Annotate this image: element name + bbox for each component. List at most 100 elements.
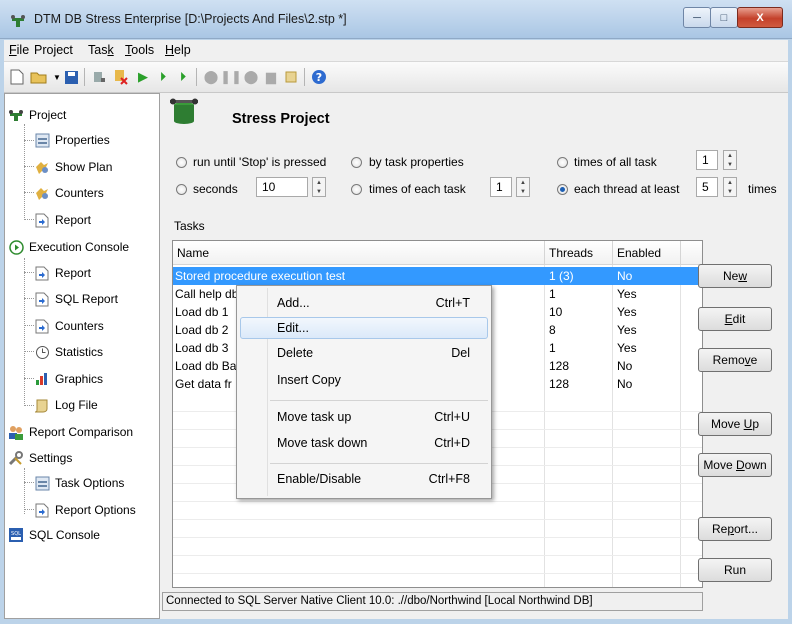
- menu-item-label: Delete: [277, 346, 314, 360]
- title-bar: DTM DB Stress Enterprise [D:\Projects An…: [0, 0, 792, 39]
- tree-item-execution-console[interactable]: Execution Console: [8, 238, 129, 256]
- tree-item-statistics[interactable]: Statistics: [34, 343, 103, 361]
- tree-item-exec-counters[interactable]: Counters: [34, 317, 104, 335]
- radio-each-thread-at-least[interactable]: [557, 184, 568, 198]
- step-icon[interactable]: ⏵: [154, 68, 172, 86]
- cell-enabled: Yes: [617, 287, 637, 301]
- tree-item-project[interactable]: Project: [8, 106, 66, 124]
- radio-times-of-each-task[interactable]: [351, 184, 362, 198]
- radio-circle[interactable]: [351, 184, 362, 195]
- new-button[interactable]: New: [698, 264, 772, 288]
- spin-down-icon[interactable]: ▼: [520, 189, 526, 195]
- menu-help[interactable]: Help: [165, 43, 191, 57]
- radio-circle[interactable]: [176, 184, 187, 195]
- table-row[interactable]: Stored procedure execution test 1 (3) No: [173, 267, 702, 285]
- menu-tools[interactable]: Tools: [125, 43, 154, 57]
- menu-item-edit[interactable]: Edit...: [240, 317, 488, 339]
- new-file-icon[interactable]: [8, 68, 26, 86]
- delete-task-icon[interactable]: [112, 68, 130, 86]
- spin-down-icon[interactable]: ▼: [316, 189, 322, 195]
- run-icon[interactable]: ▶: [134, 68, 152, 86]
- radio-circle-selected[interactable]: [557, 184, 568, 195]
- menu-item-enable-disable[interactable]: Enable/Disable Ctrl+F8: [240, 468, 488, 490]
- remove-button[interactable]: Remove: [698, 348, 772, 372]
- counters-icon: [34, 185, 50, 201]
- spin-up-icon[interactable]: ▲: [727, 153, 733, 159]
- report-button[interactable]: Report...: [698, 517, 772, 541]
- radio-seconds[interactable]: [176, 184, 187, 198]
- tree-item-label: Project: [29, 108, 67, 122]
- menu-file[interactable]: File: [9, 43, 29, 57]
- tree-item-label: SQL Report: [55, 292, 118, 306]
- column-header-enabled[interactable]: Enabled: [613, 241, 681, 265]
- maximize-button[interactable]: □: [710, 7, 738, 28]
- tree-item-task-options[interactable]: Task Options: [34, 474, 124, 492]
- menu-item-shortcut: Ctrl+U: [434, 410, 470, 424]
- app-icon: [10, 12, 26, 28]
- menu-item-add[interactable]: Add... Ctrl+T: [240, 292, 488, 314]
- menu-item-move-down[interactable]: Move task down Ctrl+D: [240, 432, 488, 454]
- menu-task[interactable]: Task: [88, 43, 114, 57]
- each-thread-stepper[interactable]: ▲ ▼: [723, 177, 737, 197]
- times-of-each-task-input[interactable]: 1: [490, 177, 512, 197]
- radio-circle[interactable]: [557, 157, 568, 168]
- add-task-icon[interactable]: [90, 68, 108, 86]
- radio-by-task-properties[interactable]: [351, 157, 362, 171]
- spin-down-icon[interactable]: ▼: [727, 189, 733, 195]
- tree-item-exec-report[interactable]: Report: [34, 264, 91, 282]
- menu-project[interactable]: Project: [34, 43, 73, 57]
- tree-item-report-options[interactable]: Report Options: [34, 501, 136, 519]
- move-down-button[interactable]: Move Down: [698, 453, 772, 477]
- tree-item-settings[interactable]: Settings: [8, 449, 72, 467]
- tree-item-log-file[interactable]: Log File: [34, 396, 98, 414]
- help-icon[interactable]: ?: [310, 68, 328, 86]
- sql-console-icon: SQL: [8, 527, 24, 543]
- tree-item-sql-report[interactable]: SQL Report: [34, 290, 118, 308]
- column-header-threads[interactable]: Threads: [545, 241, 613, 265]
- spin-up-icon[interactable]: ▲: [520, 180, 526, 186]
- counters-icon: [34, 318, 50, 334]
- radio-run-until-stop[interactable]: [176, 157, 187, 171]
- column-header-name[interactable]: Name: [173, 241, 545, 265]
- menu-item-label: Insert Copy: [277, 373, 341, 387]
- times-of-all-task-input[interactable]: 1: [696, 150, 718, 170]
- tree-item-counters[interactable]: Counters: [34, 184, 104, 202]
- tree-item-label: Counters: [55, 186, 104, 200]
- spin-down-icon[interactable]: ▼: [727, 162, 733, 168]
- tree-line: [24, 219, 34, 220]
- tree-item-sql-console[interactable]: SQL SQL Console: [8, 526, 100, 544]
- grid-line: [173, 537, 702, 538]
- menu-item-delete[interactable]: Delete Del: [240, 342, 488, 364]
- tree-line: [24, 482, 34, 483]
- open-folder-icon[interactable]: [30, 68, 48, 86]
- tree-item-graphics[interactable]: Graphics: [34, 370, 103, 388]
- save-icon[interactable]: [62, 68, 80, 86]
- log-icon: [282, 68, 300, 86]
- each-thread-input[interactable]: 5: [696, 177, 718, 197]
- seconds-input[interactable]: 10: [256, 177, 308, 197]
- tree-line: [24, 405, 34, 406]
- grid-line: [173, 501, 702, 502]
- edit-button[interactable]: Edit: [698, 307, 772, 331]
- radio-circle[interactable]: [176, 157, 187, 168]
- cell-threads: 8: [549, 323, 556, 337]
- tree-item-show-plan[interactable]: Show Plan: [34, 158, 112, 176]
- close-button[interactable]: X: [737, 7, 783, 28]
- times-of-all-task-stepper[interactable]: ▲ ▼: [723, 150, 737, 170]
- move-up-button[interactable]: Move Up: [698, 412, 772, 436]
- menu-item-move-up[interactable]: Move task up Ctrl+U: [240, 406, 488, 428]
- tree-item-report[interactable]: Report: [34, 211, 91, 229]
- minimize-button[interactable]: ─: [683, 7, 711, 28]
- run-button[interactable]: Run: [698, 558, 772, 582]
- radio-times-of-all-task[interactable]: [557, 157, 568, 171]
- menu-item-insert-copy[interactable]: Insert Copy: [240, 369, 488, 391]
- tree-item-report-comparison[interactable]: Report Comparison: [8, 423, 133, 441]
- spin-up-icon[interactable]: ▲: [316, 180, 322, 186]
- spin-up-icon[interactable]: ▲: [727, 180, 733, 186]
- run-selected-icon[interactable]: ⏵: [174, 68, 192, 86]
- times-of-each-task-stepper[interactable]: ▲ ▼: [516, 177, 530, 197]
- seconds-stepper[interactable]: ▲ ▼: [312, 177, 326, 197]
- cell-enabled: Yes: [617, 323, 637, 337]
- radio-circle[interactable]: [351, 157, 362, 168]
- tree-item-properties[interactable]: Properties: [34, 131, 110, 149]
